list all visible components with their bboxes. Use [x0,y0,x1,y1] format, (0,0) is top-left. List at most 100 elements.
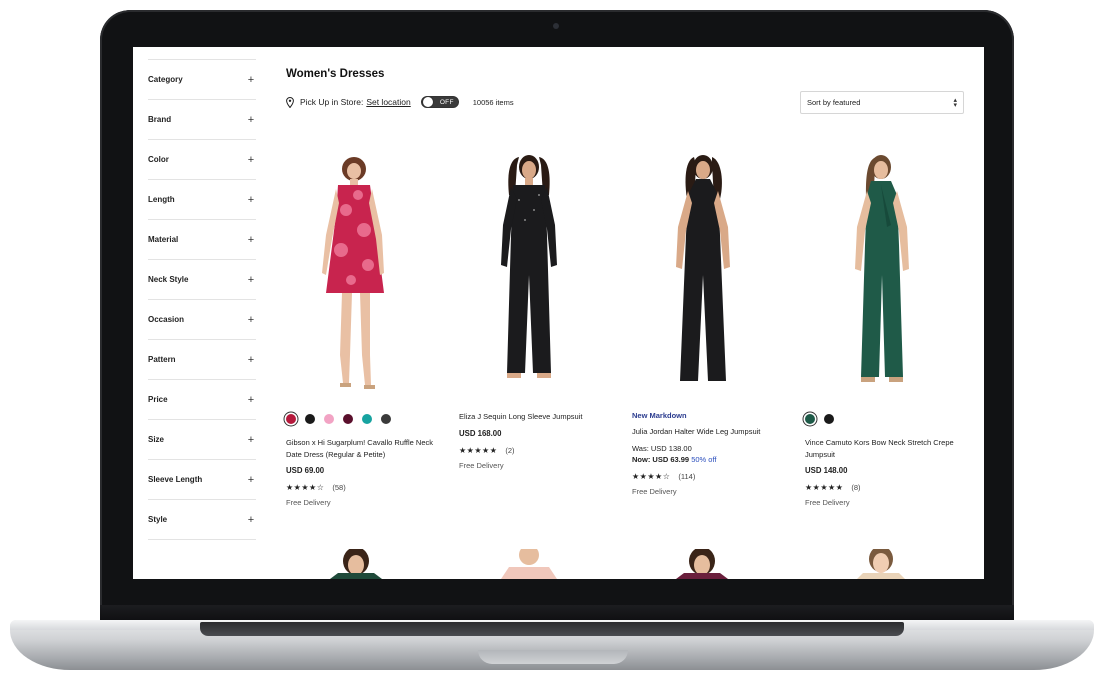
delivery-label: Free Delivery [459,460,504,470]
plus-icon[interactable]: + [246,354,256,366]
plus-icon[interactable]: + [246,194,256,206]
star-rating-icon: ★★★★★ [459,445,498,455]
discount-label: 50% off [691,454,717,464]
product-info: Eliza J Sequin Long Sleeve Jumpsuit USD … [459,411,609,470]
filter-label: Pattern [148,355,176,364]
plus-icon[interactable]: + [246,474,256,486]
item-count: 10056 items [472,97,514,107]
product-price: USD 69.00 [286,466,325,475]
filter-neck-style[interactable]: Neck Style + [148,260,256,300]
plus-icon[interactable]: + [246,514,256,526]
filter-label: Neck Style [148,275,189,284]
product-was-price: Was: USD 138.00 [632,443,692,453]
sort-selected-value: Sort by featured [807,98,861,107]
filter-label: Material [148,235,179,244]
review-count[interactable]: (8) [851,483,860,492]
pickup-bar: Pick Up in Store: Set location OFF 10056… [286,96,514,108]
review-count[interactable]: (58) [332,483,345,492]
filter-label: Size [148,435,165,444]
plus-icon[interactable]: + [246,274,256,286]
product-price: USD 148.00 [805,466,848,475]
toggle-knob [421,96,434,108]
color-swatch[interactable] [381,414,391,424]
color-swatch[interactable] [324,414,334,424]
filter-material[interactable]: Material + [148,220,256,260]
product-image[interactable] [286,155,436,397]
filter-label: Price [148,395,168,404]
product-info: Gibson x Hi Sugarplum! Cavallo Ruffle Ne… [286,411,436,507]
review-count[interactable]: (2) [505,446,514,455]
select-arrows-icon: ▴ ▾ [953,96,957,109]
filter-category[interactable]: Category + [148,59,256,100]
now-price-value: Now: USD 63.99 [632,454,690,464]
filter-color[interactable]: Color + [148,140,256,180]
color-swatch[interactable] [824,414,834,424]
pickup-label: Pick Up in Store: [300,97,364,107]
color-swatches [805,411,955,427]
filter-style[interactable]: Style + [148,500,256,540]
product-info: Vince Camuto Kors Bow Neck Stretch Crepe… [805,411,955,507]
delivery-label: Free Delivery [632,486,677,496]
color-swatch[interactable] [805,414,815,424]
star-rating-icon: ★★★★☆ [286,483,325,492]
star-rating-icon: ★★★★☆ [632,471,671,481]
product-name[interactable]: Eliza J Sequin Long Sleeve Jumpsuit [459,411,609,423]
delivery-label: Free Delivery [286,498,331,507]
filter-size[interactable]: Size + [148,420,256,460]
filter-label: Occasion [148,315,185,324]
color-swatch[interactable] [305,414,315,424]
product-rating: ★★★★☆ (58) [286,483,436,492]
filter-price[interactable]: Price + [148,380,256,420]
filter-sleeve-length[interactable]: Sleeve Length + [148,460,256,500]
plus-icon[interactable]: + [246,74,256,86]
delivery-label: Free Delivery [805,498,850,507]
filter-label: Sleeve Length [148,475,203,484]
product-image[interactable] [459,549,609,579]
color-swatch[interactable] [362,414,372,424]
filter-pattern[interactable]: Pattern + [148,340,256,380]
keyboard-deck [200,622,904,636]
pickup-toggle[interactable]: OFF [420,96,459,108]
product-image[interactable] [805,549,955,579]
filter-label: Length [148,195,175,204]
filter-label: Color [148,155,169,164]
product-now-price: Now: USD 63.99 50% off [632,455,782,464]
product-rating: ★★★★★ (2) [459,446,609,455]
filter-length[interactable]: Length + [148,180,256,220]
plus-icon[interactable]: + [246,154,256,166]
product-image[interactable] [805,155,955,397]
plus-icon[interactable]: + [246,114,256,126]
product-image[interactable] [286,549,436,579]
plus-icon[interactable]: + [246,394,256,406]
product-name[interactable]: Julia Jordan Halter Wide Leg Jumpsuit [632,426,782,438]
location-pin-icon [286,96,294,108]
product-image[interactable] [459,155,609,397]
product-name[interactable]: Gibson x Hi Sugarplum! Cavallo Ruffle Ne… [286,437,436,460]
review-count[interactable]: (114) [678,472,695,481]
filter-sidebar: Category + Brand + Color + Length + Material… [148,59,256,540]
markdown-badge: New Markdown [632,411,687,420]
sort-select[interactable]: Sort by featured ▴ ▾ [800,91,964,114]
set-location-link[interactable]: Set location [366,97,410,107]
plus-icon[interactable]: + [246,234,256,246]
filter-label: Category [148,75,183,84]
product-price: USD 168.00 [459,428,502,438]
filter-label: Brand [148,115,172,124]
filter-brand[interactable]: Brand + [148,100,256,140]
product-rating: ★★★★☆ (114) [632,472,782,481]
filter-occasion[interactable]: Occasion + [148,300,256,340]
product-name[interactable]: Vince Camuto Kors Bow Neck Stretch Crepe… [805,437,955,460]
product-info: New Markdown Julia Jordan Halter Wide Le… [632,411,782,496]
product-rating: ★★★★★ (8) [805,483,955,492]
product-image[interactable] [632,549,782,579]
color-swatch[interactable] [343,414,353,424]
product-image[interactable] [632,155,782,397]
filter-label: Style [148,515,168,524]
webcam-icon [553,23,559,29]
plus-icon[interactable]: + [246,434,256,446]
star-rating-icon: ★★★★★ [805,483,844,492]
trackpad-notch [478,650,628,664]
color-swatch[interactable] [286,414,296,424]
plus-icon[interactable]: + [246,314,256,326]
color-swatches [286,411,436,427]
